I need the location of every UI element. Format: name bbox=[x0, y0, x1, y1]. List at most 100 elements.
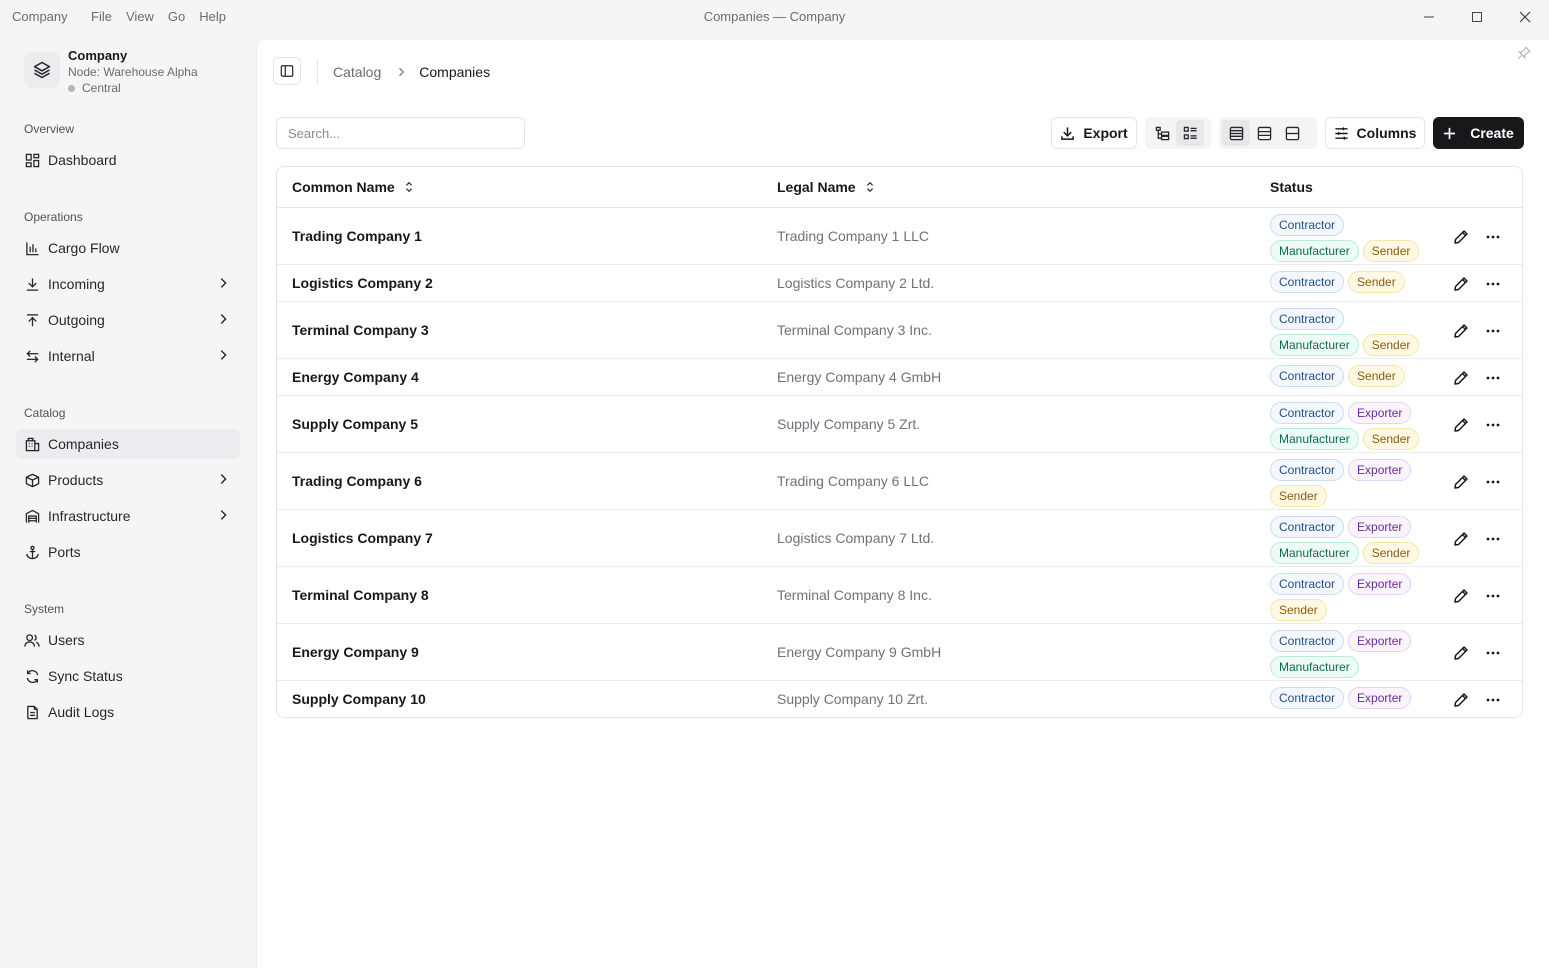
breadcrumb-catalog[interactable]: Catalog bbox=[333, 64, 381, 80]
sidebar-item-dashboard[interactable]: Dashboard bbox=[16, 145, 240, 175]
status-badge: Contractor bbox=[1270, 516, 1345, 538]
status-badges: Contractor Exporter bbox=[1270, 687, 1430, 709]
more-options-icon[interactable] bbox=[1484, 530, 1502, 548]
table-row[interactable]: Logistics Company 2 Logistics Company 2 L… bbox=[277, 265, 1522, 302]
create-button[interactable]: Create bbox=[1433, 117, 1524, 149]
table-row[interactable]: Energy Company 4 Energy Company 4 GmbH Con… bbox=[277, 359, 1522, 396]
edit-icon[interactable] bbox=[1452, 275, 1470, 293]
brand-location-row: Central bbox=[68, 80, 198, 96]
sidebar-item-infrastructure[interactable]: Infrastructure bbox=[16, 501, 240, 531]
edit-icon[interactable] bbox=[1452, 644, 1470, 662]
sidebar-item-internal[interactable]: Internal bbox=[16, 341, 240, 371]
table-row[interactable]: Terminal Company 8 Terminal Company 8 Inc… bbox=[277, 567, 1522, 624]
more-options-icon[interactable] bbox=[1484, 322, 1502, 340]
cell-common-name: Trading Company 6 bbox=[292, 472, 422, 489]
more-options-icon[interactable] bbox=[1484, 473, 1502, 491]
cell-legal-name: Trading Company 1 LLC bbox=[777, 227, 930, 244]
sidebar-toggle-button[interactable] bbox=[273, 57, 301, 85]
anchor-icon bbox=[24, 544, 40, 560]
sidebar-item-sync-status[interactable]: Sync Status bbox=[16, 661, 240, 691]
sidebar: Company Node: Warehouse Alpha Central Ov… bbox=[0, 34, 256, 968]
table-row[interactable]: Trading Company 1 Trading Company 1 LLC Co… bbox=[277, 208, 1522, 265]
more-options-icon[interactable] bbox=[1484, 228, 1502, 246]
sidebar-toggle-icon bbox=[280, 65, 294, 77]
status-badge: Sender bbox=[1362, 334, 1420, 356]
edit-icon[interactable] bbox=[1452, 322, 1470, 340]
export-button[interactable]: Export bbox=[1051, 117, 1137, 149]
brand[interactable]: Company Node: Warehouse Alpha Central bbox=[24, 48, 198, 96]
sidebar-item-companies[interactable]: Companies bbox=[16, 429, 240, 459]
sliders-icon bbox=[1334, 126, 1349, 141]
more-options-icon[interactable] bbox=[1484, 275, 1502, 293]
document-icon bbox=[24, 704, 40, 720]
edit-icon[interactable] bbox=[1452, 587, 1470, 605]
menu-file[interactable]: File bbox=[91, 9, 112, 24]
status-badge: Contractor bbox=[1270, 271, 1345, 293]
menu-view[interactable]: View bbox=[126, 9, 154, 24]
status-badge: Contractor bbox=[1270, 402, 1345, 424]
menu-help[interactable]: Help bbox=[199, 9, 226, 24]
edit-icon[interactable] bbox=[1452, 369, 1470, 387]
columns-button[interactable]: Columns bbox=[1325, 117, 1425, 149]
sort-icon bbox=[404, 181, 414, 193]
table-row[interactable]: Trading Company 6 Trading Company 6 LLC Co… bbox=[277, 453, 1522, 510]
cell-common-name: Energy Company 4 bbox=[292, 368, 419, 385]
menu-go[interactable]: Go bbox=[168, 9, 185, 24]
close-icon bbox=[1519, 11, 1531, 23]
edit-icon[interactable] bbox=[1452, 228, 1470, 246]
download-icon bbox=[24, 276, 40, 292]
table-row[interactable]: Logistics Company 7 Logistics Company 7 L… bbox=[277, 510, 1522, 567]
status-badge: Manufacturer bbox=[1270, 656, 1359, 678]
edit-icon[interactable] bbox=[1452, 530, 1470, 548]
sidebar-item-users[interactable]: Users bbox=[16, 625, 240, 655]
column-header-common-name[interactable]: Common Name bbox=[292, 179, 414, 195]
table-row[interactable]: Terminal Company 3 Terminal Company 3 Inc… bbox=[277, 302, 1522, 359]
more-options-icon[interactable] bbox=[1484, 369, 1502, 387]
upload-icon bbox=[24, 312, 40, 328]
sidebar-item-ports[interactable]: Ports bbox=[16, 537, 240, 567]
more-options-icon[interactable] bbox=[1484, 691, 1502, 709]
list-view-button[interactable] bbox=[1176, 120, 1204, 146]
table-row[interactable]: Energy Company 9 Energy Company 9 GmbH Con… bbox=[277, 624, 1522, 681]
window-title: Companies — Company bbox=[703, 9, 846, 24]
tree-view-button[interactable] bbox=[1148, 120, 1176, 146]
cell-common-name: Terminal Company 3 bbox=[292, 321, 429, 338]
density-normal-button[interactable] bbox=[1250, 120, 1278, 146]
column-header-legal-name[interactable]: Legal Name bbox=[777, 179, 875, 195]
sort-icon bbox=[865, 181, 875, 193]
plus-icon bbox=[1443, 127, 1456, 140]
pin-icon[interactable] bbox=[1517, 46, 1531, 63]
density-comfortable-button[interactable] bbox=[1278, 120, 1306, 146]
edit-icon[interactable] bbox=[1452, 473, 1470, 491]
minimize-button[interactable] bbox=[1418, 6, 1440, 28]
sidebar-item-products[interactable]: Products bbox=[16, 465, 240, 495]
more-options-icon[interactable] bbox=[1484, 416, 1502, 434]
sidebar-item-outgoing[interactable]: Outgoing bbox=[16, 305, 240, 335]
density-compact-button[interactable] bbox=[1222, 120, 1250, 146]
breadcrumb: Catalog Companies bbox=[333, 64, 490, 80]
chevron-right-icon bbox=[216, 472, 230, 489]
cell-common-name: Supply Company 10 bbox=[292, 690, 426, 707]
table-row[interactable]: Supply Company 5 Supply Company 5 Zrt. Con… bbox=[277, 396, 1522, 453]
edit-icon[interactable] bbox=[1452, 416, 1470, 434]
sidebar-item-audit-logs[interactable]: Audit Logs bbox=[16, 697, 240, 727]
sidebar-item-cargo-flow[interactable]: Cargo Flow bbox=[16, 233, 240, 263]
users-icon bbox=[24, 632, 40, 648]
status-badges: Contractor Exporter Manufacturer bbox=[1270, 630, 1430, 678]
status-badge: Sender bbox=[1348, 271, 1405, 293]
more-options-icon[interactable] bbox=[1484, 587, 1502, 605]
sidebar-item-incoming[interactable]: Incoming bbox=[16, 269, 240, 299]
status-badge: Manufacturer bbox=[1270, 542, 1359, 564]
maximize-button[interactable] bbox=[1466, 6, 1488, 28]
close-button[interactable] bbox=[1514, 6, 1536, 28]
more-options-icon[interactable] bbox=[1484, 644, 1502, 662]
refresh-icon bbox=[24, 668, 40, 684]
search-input[interactable] bbox=[276, 117, 525, 149]
status-badge: Exporter bbox=[1348, 573, 1412, 595]
breadcrumb-current: Companies bbox=[419, 64, 491, 80]
section-operations: Operations bbox=[24, 210, 83, 224]
chevron-right-icon bbox=[216, 312, 230, 329]
table-row[interactable]: Supply Company 10 Supply Company 10 Zrt. C… bbox=[277, 681, 1522, 717]
edit-icon[interactable] bbox=[1452, 691, 1470, 709]
sidebar-item-label: Internal bbox=[48, 348, 95, 364]
